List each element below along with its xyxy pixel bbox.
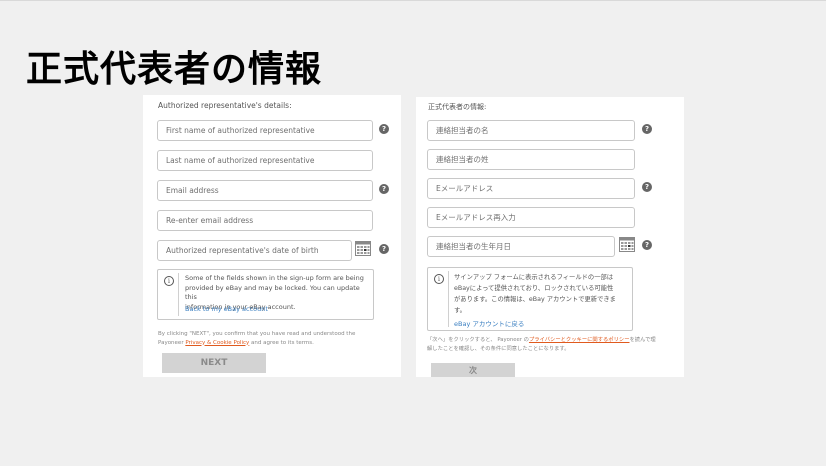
notice-line: サインアップ フォームに表示されるフィールドの一部は (454, 274, 614, 281)
slide-title: 正式代表者の情報 (26, 49, 323, 90)
legal-line: Payoneer Privacy & Cookie Policy and agr… (158, 339, 355, 348)
notice-line: Some of the fields shown in the sign-up … (185, 274, 364, 282)
notice-divider (178, 273, 179, 316)
notice-line: す。 (454, 307, 466, 314)
form-heading: 正式代表者の情報: (428, 103, 487, 111)
next-button[interactable]: 次 (431, 363, 515, 377)
calendar-icon[interactable] (355, 240, 371, 256)
legal-text: By clicking "NEXT", you confirm that you… (158, 330, 355, 347)
japanese-form-panel: 正式代表者の情報: 連絡担当者の名 ? 連絡担当者の姓 Eメールアドレス ? E… (416, 97, 684, 377)
info-icon: i (434, 274, 444, 284)
legal-text-part: and agree to its terms. (249, 339, 314, 346)
email-confirm-input[interactable]: Re-enter email address (157, 210, 373, 231)
date-of-birth-input[interactable]: Authorized representative's date of birt… (157, 240, 352, 261)
legal-text: 「次へ」をクリックすると、 Payoneer のプライバシーとクッキーに関するポ… (427, 336, 656, 353)
next-button[interactable]: NEXT (162, 353, 266, 373)
notice-line: があります。この情報は、eBay アカウントで更新できま (454, 296, 616, 303)
question-mark-icon[interactable]: ? (379, 184, 389, 194)
last-name-input[interactable]: Last name of authorized representative (157, 150, 373, 171)
legal-line: 「次へ」をクリックすると、 Payoneer のプライバシーとクッキーに関するポ… (427, 336, 656, 345)
notice-line: eBayによって提供されており、ロックされている可能性 (454, 285, 614, 292)
question-mark-icon[interactable]: ? (642, 240, 652, 250)
question-mark-icon[interactable]: ? (642, 124, 652, 134)
notice-line: provided by eBay and may be locked. You … (185, 283, 360, 302)
calendar-icon[interactable] (619, 236, 635, 252)
date-of-birth-input[interactable]: 連絡担当者の生年月日 (427, 236, 615, 257)
last-name-input[interactable]: 連絡担当者の姓 (427, 149, 635, 170)
privacy-policy-link[interactable]: プライバシーとクッキーに関するポリシー (529, 337, 630, 343)
legal-line: 解したことを確認し、その条件に同意したことになります。 (427, 345, 570, 352)
back-to-ebay-link[interactable]: Back to my eBay account (185, 305, 268, 313)
legal-text-part: を読んで理 (629, 337, 656, 343)
notice-divider (448, 271, 449, 327)
top-divider (0, 0, 826, 1)
first-name-input[interactable]: 連絡担当者の名 (427, 120, 635, 141)
back-to-ebay-link[interactable]: eBay アカウントに戻る (454, 318, 524, 328)
question-mark-icon[interactable]: ? (379, 244, 389, 254)
email-confirm-input[interactable]: Eメールアドレス再入力 (427, 207, 635, 228)
first-name-input[interactable]: First name of authorized representative (157, 120, 373, 141)
form-heading: Authorized representative's details: (158, 101, 292, 110)
question-mark-icon[interactable]: ? (379, 124, 389, 134)
ebay-notice-box: i Some of the fields shown in the sign-u… (157, 269, 374, 320)
ebay-notice-box: i サインアップ フォームに表示されるフィールドの一部は eBayによって提供さ… (427, 267, 633, 331)
english-form-panel: Authorized representative's details: Fir… (143, 95, 401, 377)
legal-text-part: Payoneer (158, 339, 186, 346)
email-input[interactable]: Email address (157, 180, 373, 201)
question-mark-icon[interactable]: ? (642, 182, 652, 192)
legal-line: By clicking "NEXT", you confirm that you… (158, 331, 356, 337)
privacy-policy-link[interactable]: Privacy & Cookie Policy (185, 340, 249, 346)
legal-text-part: 「次へ」をクリックすると、 Payoneer の (427, 337, 529, 343)
notice-message: サインアップ フォームに表示されるフィールドの一部は eBayによって提供されて… (454, 272, 616, 316)
email-input[interactable]: Eメールアドレス (427, 178, 635, 199)
info-icon: i (164, 276, 174, 286)
